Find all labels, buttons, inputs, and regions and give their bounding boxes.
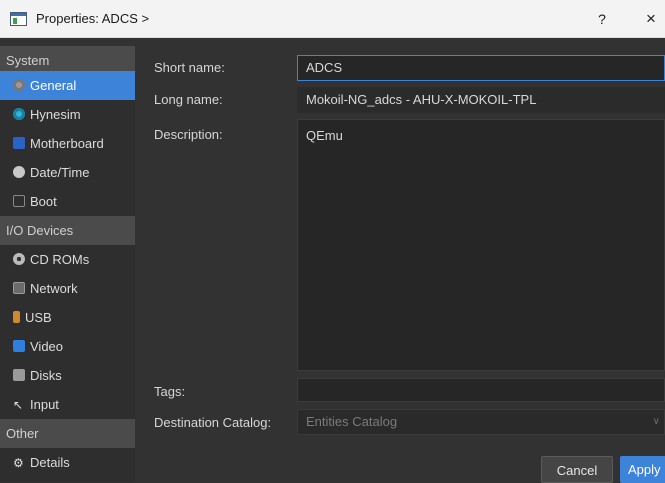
cd-icon: [13, 253, 25, 265]
gear-icon: [13, 79, 25, 91]
sidebar-item-label: USB: [25, 310, 52, 325]
sidebar-section-other: Other: [0, 419, 135, 448]
hynesim-icon: [13, 108, 25, 120]
description-textarea[interactable]: QEmu: [297, 119, 665, 371]
network-icon: [13, 282, 25, 294]
sidebar-item-label: CD ROMs: [30, 252, 90, 267]
long-name-label: Long name:: [154, 92, 223, 107]
sidebar-item-cd-roms[interactable]: CD ROMs: [0, 245, 135, 274]
sidebar-item-label: Boot: [30, 194, 57, 209]
sidebar-item-label: General: [30, 78, 77, 93]
sidebar-item-label: Input: [30, 397, 59, 412]
usb-icon: [13, 311, 20, 323]
sidebar-item-hynesim[interactable]: Hynesim: [0, 100, 135, 129]
help-button[interactable]: ?: [592, 9, 612, 29]
tags-input[interactable]: [297, 378, 665, 402]
description-label: Description:: [154, 127, 223, 142]
destination-catalog-select[interactable]: Entities Catalog ∨: [297, 409, 665, 435]
sidebar-item-usb[interactable]: USB: [0, 303, 135, 332]
destination-catalog-label: Destination Catalog:: [154, 415, 272, 430]
sidebar-item-label: Network: [30, 281, 78, 296]
apply-button[interactable]: Apply: [620, 456, 665, 483]
sidebar-item-input[interactable]: ↖ Input: [0, 390, 135, 419]
window-title: Properties: ADCS >: [36, 11, 150, 26]
cursor-icon: ↖: [13, 398, 24, 412]
video-icon: [13, 340, 25, 352]
clock-icon: [13, 166, 25, 178]
disk-icon: [13, 369, 25, 381]
sidebar-item-date-time[interactable]: Date/Time: [0, 158, 135, 187]
sidebar-item-label: Details: [30, 455, 70, 470]
sidebar-item-details[interactable]: ⚙ Details: [0, 448, 135, 477]
motherboard-icon: [13, 137, 25, 149]
destination-catalog-value: Entities Catalog: [306, 414, 398, 429]
tags-label: Tags:: [154, 384, 186, 399]
chevron-down-icon: ∨: [652, 416, 660, 427]
sidebar-item-label: Disks: [30, 368, 62, 383]
sidebar: System General Hynesim Motherboard Date/…: [0, 46, 135, 482]
sidebar-item-disks[interactable]: Disks: [0, 361, 135, 390]
long-name-field: Mokoil-NG_adcs - AHU-X-MOKOIL-TPL: [297, 87, 665, 113]
sidebar-item-label: Date/Time: [30, 165, 90, 180]
close-button[interactable]: ×: [640, 8, 662, 30]
sidebar-item-video[interactable]: Video: [0, 332, 135, 361]
sidebar-item-general[interactable]: General: [0, 71, 135, 100]
window-title-bar: Properties: ADCS > ? ×: [0, 0, 665, 38]
sidebar-item-label: Video: [30, 339, 64, 354]
short-name-input[interactable]: ADCS: [297, 55, 665, 81]
sidebar-item-network[interactable]: Network: [0, 274, 135, 303]
sidebar-section-io-devices: I/O Devices: [0, 216, 135, 245]
sidebar-item-label: Hynesim: [30, 107, 81, 122]
window-app-icon: [10, 12, 27, 26]
short-name-label: Short name:: [154, 60, 225, 75]
details-icon: ⚙: [13, 456, 24, 470]
sidebar-item-label: Motherboard: [30, 136, 104, 151]
sidebar-item-boot[interactable]: Boot: [0, 187, 135, 216]
sidebar-item-motherboard[interactable]: Motherboard: [0, 129, 135, 158]
boot-icon: [13, 195, 25, 207]
cancel-button[interactable]: Cancel: [541, 456, 613, 483]
